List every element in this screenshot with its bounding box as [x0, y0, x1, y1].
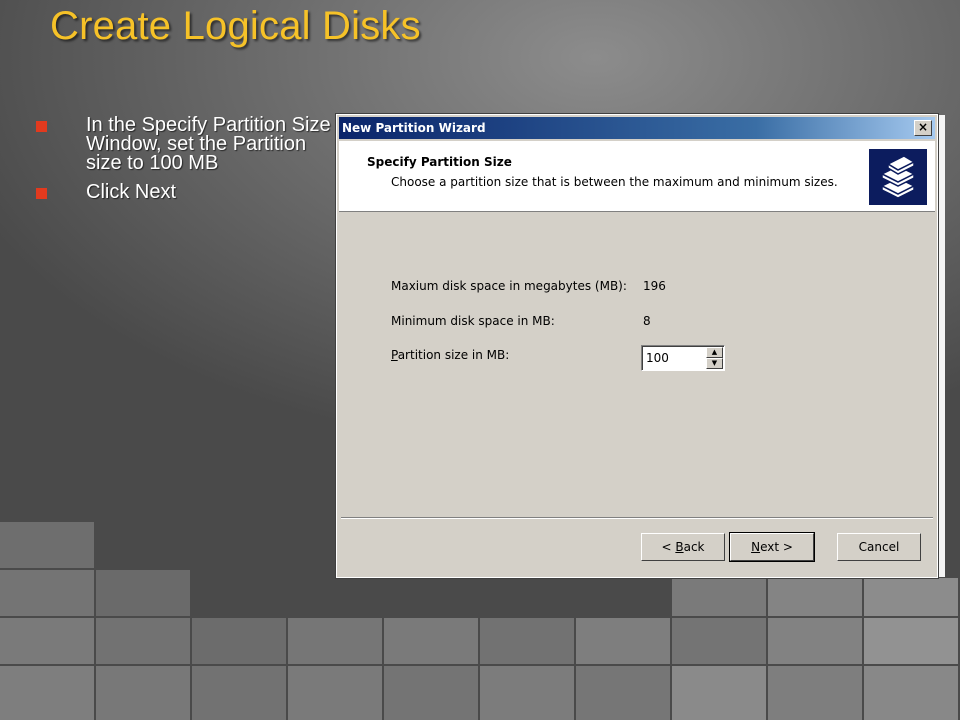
max-space-value: 196: [643, 279, 666, 293]
bg-tile: [96, 666, 190, 720]
bg-tile: [768, 578, 862, 616]
spin-up-button[interactable]: ▲: [706, 347, 723, 358]
cancel-button[interactable]: Cancel: [837, 533, 921, 561]
bg-tile: [864, 578, 958, 616]
bullet-list: In the Specify Partition Size Window, se…: [34, 114, 334, 212]
bg-tile: [480, 618, 574, 664]
back-mnemonic: B: [675, 540, 684, 554]
back-button[interactable]: < Back: [641, 533, 725, 561]
caret-down-icon: ▼: [711, 359, 718, 367]
disk-stack-icon: [869, 149, 927, 205]
bg-tile: [0, 522, 94, 568]
next-button[interactable]: Next >: [729, 532, 815, 562]
partition-size-label-text: artition size in MB:: [397, 348, 510, 362]
close-icon: ×: [917, 120, 929, 134]
bg-tile: [672, 666, 766, 720]
bg-tile: [0, 570, 94, 616]
bg-tile: [384, 666, 478, 720]
close-button[interactable]: ×: [914, 120, 932, 136]
square-bullet-icon: [36, 121, 47, 132]
back-prefix: <: [661, 540, 676, 554]
bg-tile: [864, 666, 958, 720]
bg-tile: [576, 666, 670, 720]
bg-tile: [864, 618, 958, 664]
next-label: ext >: [760, 540, 793, 554]
partition-size-stepper[interactable]: ▲ ▼: [641, 345, 725, 371]
spin-down-button[interactable]: ▼: [706, 358, 723, 369]
bg-tile: [96, 618, 190, 664]
back-label: ack: [683, 540, 705, 554]
max-space-label: Maxium disk space in megabytes (MB):: [391, 279, 627, 293]
partition-wizard-dialog: New Partition Wizard × Specify Partition…: [335, 113, 939, 579]
bg-tile: [192, 666, 286, 720]
bg-tile: [288, 666, 382, 720]
min-space-value: 8: [643, 314, 651, 328]
bg-tile: [768, 666, 862, 720]
partition-size-label: Partition size in MB:: [391, 348, 509, 362]
bullet-text: Click Next: [86, 181, 177, 203]
bg-tile: [480, 666, 574, 720]
next-mnemonic: N: [751, 540, 761, 554]
min-space-label: Minimum disk space in MB:: [391, 314, 555, 328]
bg-tile: [672, 578, 766, 616]
bg-tile: [768, 618, 862, 664]
bullet-item: Click Next: [34, 181, 334, 203]
bg-tile: [288, 618, 382, 664]
bg-tile: [192, 618, 286, 664]
bg-tile: [672, 618, 766, 664]
bg-tile: [0, 666, 94, 720]
caret-up-icon: ▲: [711, 348, 718, 356]
header-subtitle: Choose a partition size that is between …: [391, 175, 838, 189]
bullet-text: In the Specify Partition Size Window, se…: [86, 114, 331, 174]
dialog-titlebar[interactable]: New Partition Wizard ×: [339, 117, 935, 139]
bg-tile: [576, 618, 670, 664]
bg-tile: [96, 570, 190, 616]
square-bullet-icon: [36, 188, 47, 199]
button-separator: [341, 517, 933, 519]
wizard-header: Specify Partition Size Choose a partitio…: [339, 141, 935, 212]
dialog-title: New Partition Wizard: [342, 121, 486, 135]
bg-tile: [384, 618, 478, 664]
bg-tile: [0, 618, 94, 664]
partition-size-mnemonic: P: [391, 348, 398, 362]
bullet-item: In the Specify Partition Size Window, se…: [34, 114, 334, 174]
partition-size-input[interactable]: [644, 348, 710, 368]
slide-title: Create Logical Disks: [50, 4, 421, 48]
header-title: Specify Partition Size: [367, 155, 512, 169]
